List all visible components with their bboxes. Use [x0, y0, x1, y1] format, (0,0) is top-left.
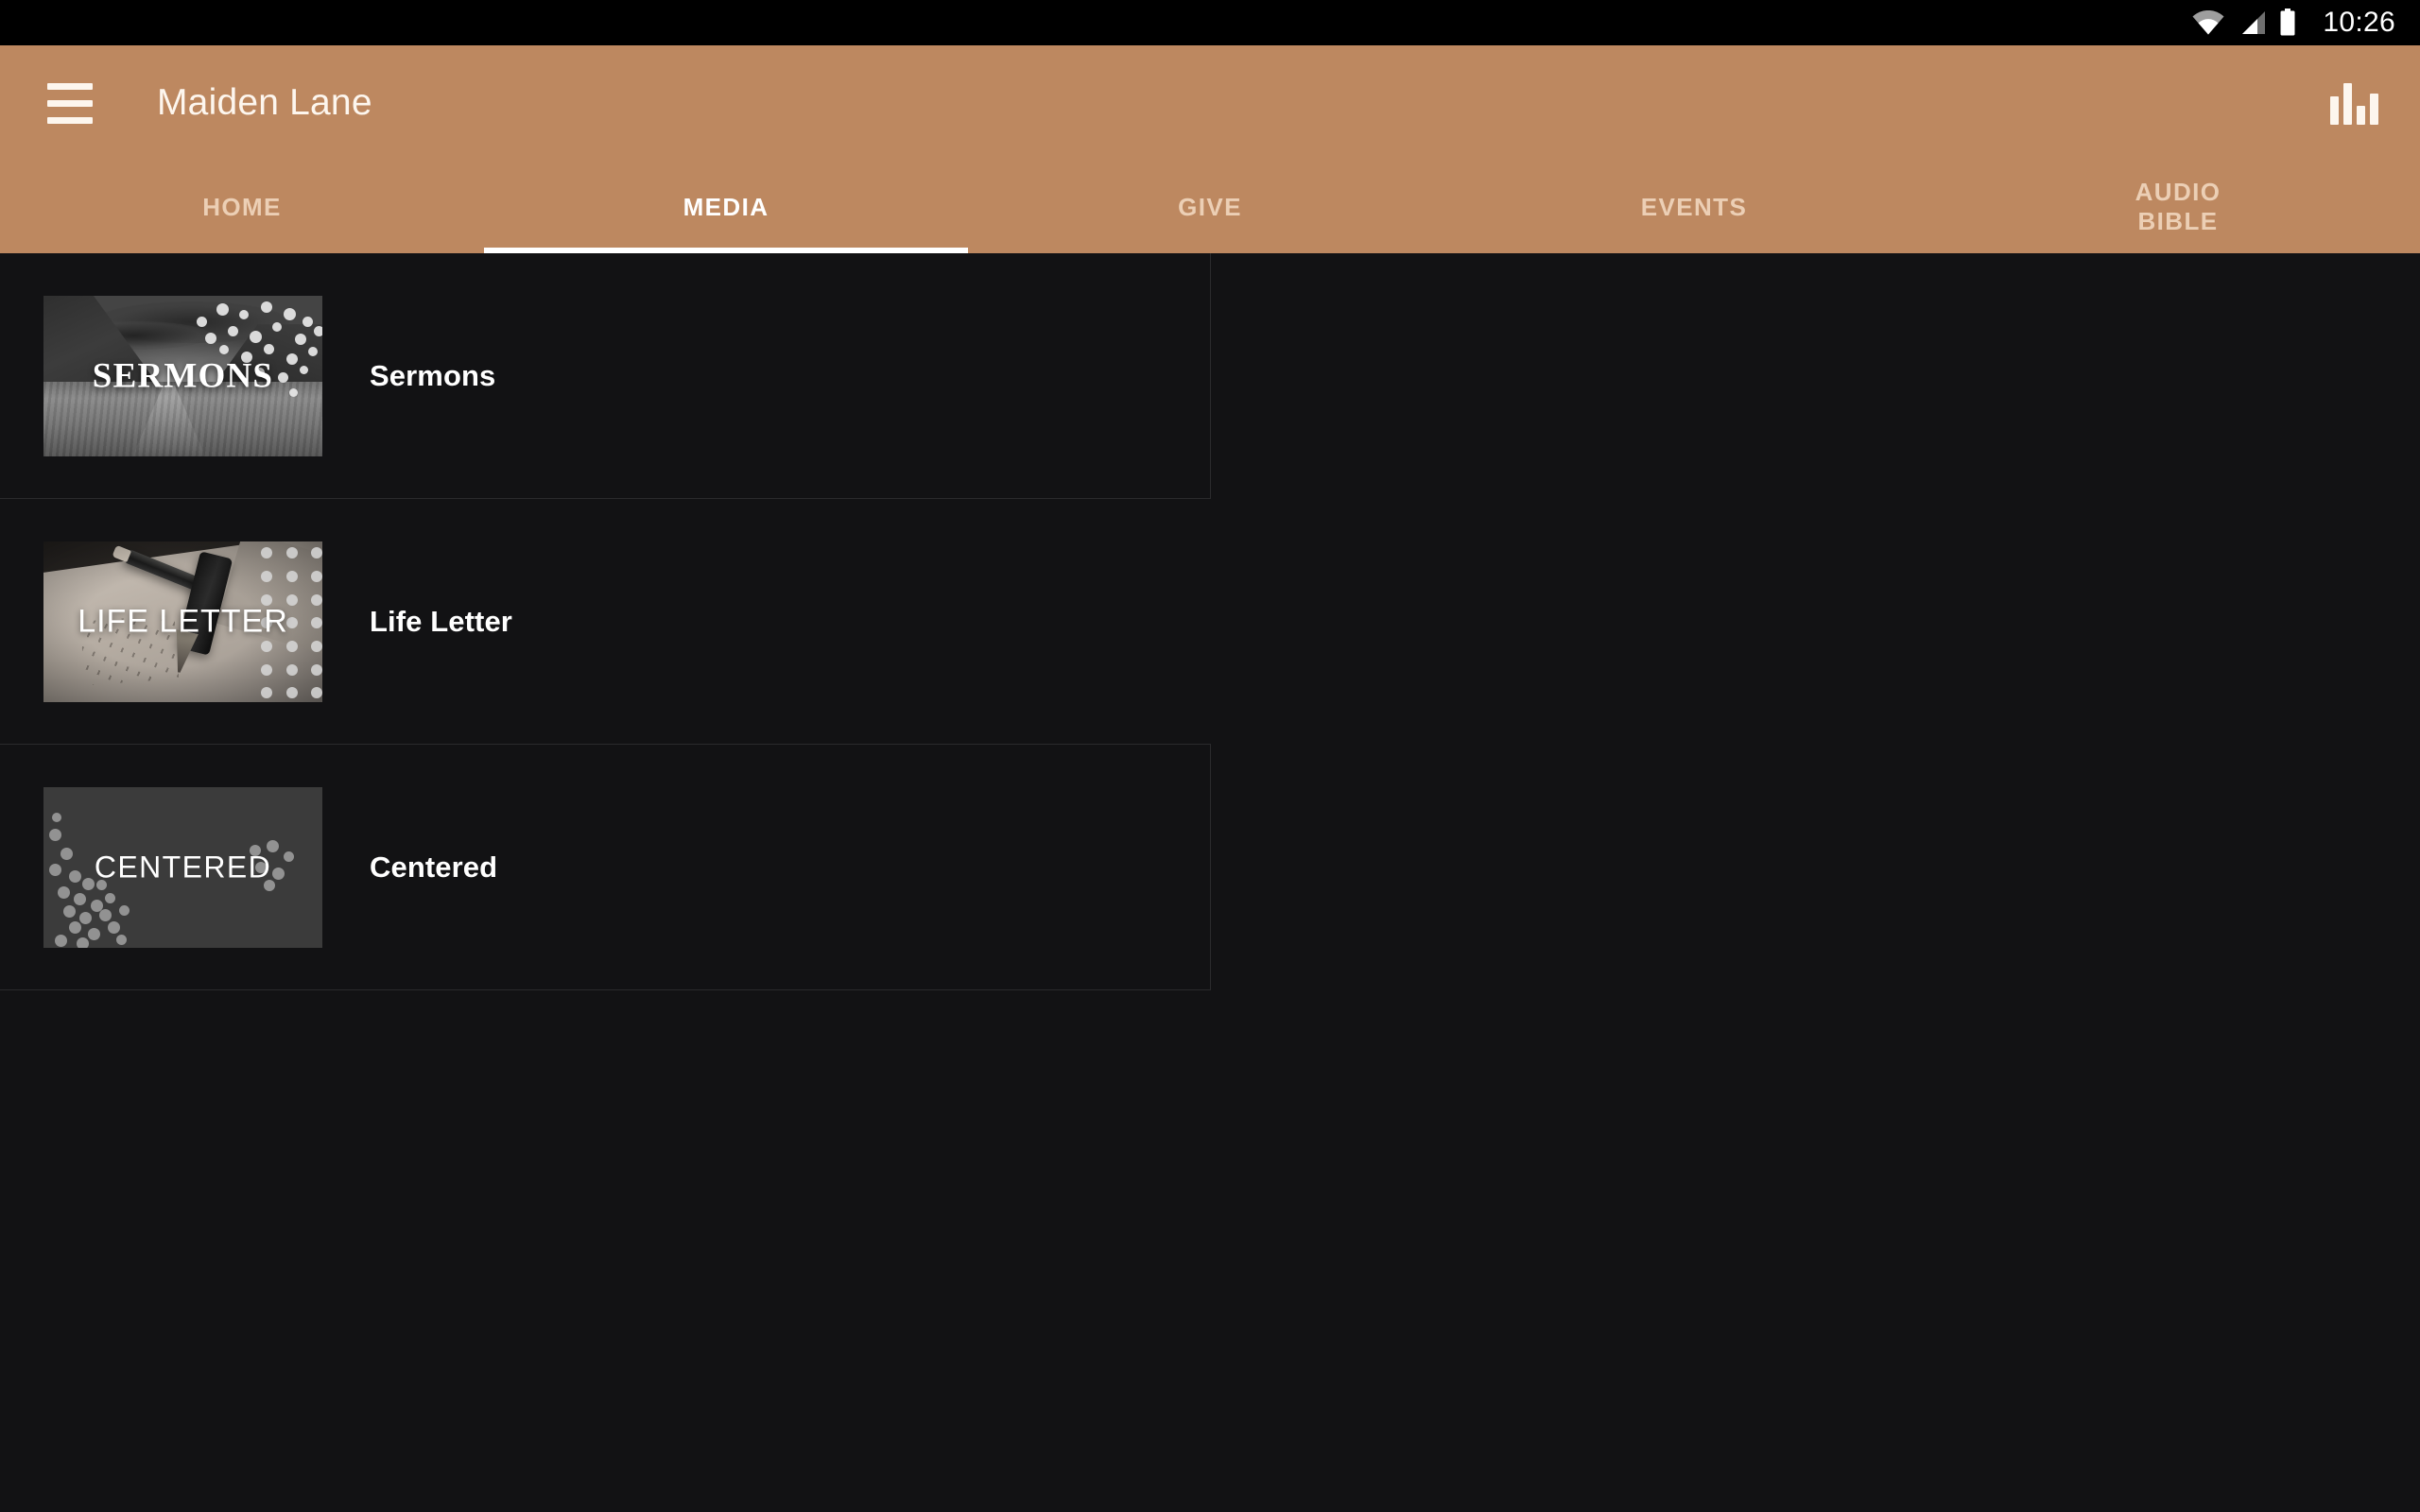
decorative-dot — [104, 892, 115, 903]
wifi-icon — [2192, 10, 2224, 35]
decorative-dot — [91, 899, 104, 912]
decorative-dot — [57, 885, 70, 899]
app-bar: Maiden Lane HOME MEDIA GIVE EVENTS AUDIO… — [0, 45, 2420, 253]
decorative-dot — [79, 912, 93, 925]
decorative-dot — [51, 812, 61, 822]
status-bar: 10:26 — [0, 0, 2420, 45]
centered-thumbnail: CENTERED — [43, 786, 322, 948]
status-bar-icons: 10:26 — [2192, 9, 2395, 37]
decorative-dot — [88, 928, 101, 941]
tab-label: AUDIO BIBLE — [2135, 178, 2221, 235]
bar-chart-bar — [2370, 94, 2378, 125]
media-item-centered[interactable]: CENTERED Centered — [0, 745, 1211, 990]
hamburger-line — [47, 116, 93, 124]
life-letter-thumbnail-caption: LIFE LETTER — [78, 603, 288, 639]
app-bar-top-row: Maiden Lane — [0, 45, 2420, 161]
tab-events[interactable]: EVENTS — [1452, 161, 1936, 253]
tab-give[interactable]: GIVE — [968, 161, 1452, 253]
tab-audio-bible[interactable]: AUDIO BIBLE — [1936, 161, 2420, 253]
media-item-life-letter[interactable]: LIFE LETTER Life Letter — [0, 499, 1211, 745]
decorative-dot — [77, 937, 90, 948]
tab-home[interactable]: HOME — [0, 161, 484, 253]
cellular-signal-icon — [2242, 11, 2266, 34]
media-item-label: Life Letter — [370, 604, 512, 638]
tab-label: EVENTS — [1640, 192, 1748, 221]
decorative-dot — [68, 921, 81, 935]
tab-label: HOME — [202, 192, 282, 221]
hamburger-line — [47, 82, 93, 90]
centered-thumbnail-caption: CENTERED — [94, 850, 272, 884]
tab-label: MEDIA — [683, 192, 769, 221]
status-bar-clock: 10:26 — [2323, 7, 2395, 38]
media-grid: SERMONS Sermons LIFE LETTER Life Letter — [0, 253, 2420, 1236]
bar-chart-bar — [2357, 106, 2365, 125]
bar-chart-icon[interactable] — [2330, 81, 2378, 125]
hamburger-menu-icon[interactable] — [47, 76, 102, 130]
decorative-dot — [74, 892, 87, 905]
decorative-dot — [99, 908, 112, 921]
decorative-dot — [48, 828, 61, 841]
media-content-area: SERMONS Sermons LIFE LETTER Life Letter — [0, 253, 2420, 1512]
sermons-thumbnail-caption: SERMONS — [92, 356, 274, 395]
media-grid-empty-cell — [0, 990, 1211, 1236]
bar-chart-bar — [2330, 96, 2339, 125]
battery-icon — [2280, 9, 2295, 36]
hamburger-line — [47, 99, 93, 107]
media-item-sermons[interactable]: SERMONS Sermons — [0, 253, 1211, 499]
life-letter-thumbnail: LIFE LETTER — [43, 541, 322, 702]
decorative-dot — [107, 921, 120, 935]
sermons-thumbnail: SERMONS — [43, 295, 322, 456]
tab-media[interactable]: MEDIA — [484, 161, 968, 253]
media-item-label: Centered — [370, 850, 498, 884]
bar-chart-bar — [2343, 83, 2352, 125]
media-item-label: Sermons — [370, 358, 496, 392]
decorative-dot — [54, 934, 67, 947]
decorative-dot — [62, 905, 76, 919]
page-title: Maiden Lane — [157, 82, 372, 123]
tab-bar: HOME MEDIA GIVE EVENTS AUDIO BIBLE — [0, 161, 2420, 253]
decorative-dot — [115, 934, 127, 945]
decorative-dot — [118, 905, 130, 917]
tab-label: GIVE — [1178, 192, 1242, 221]
